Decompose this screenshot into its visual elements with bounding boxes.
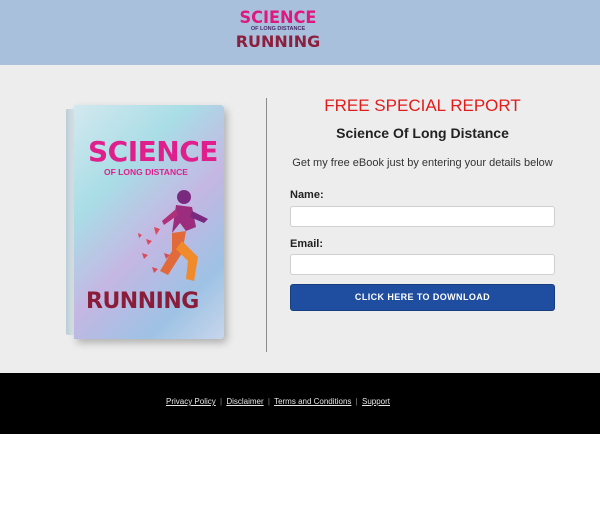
- email-label: Email:: [290, 238, 324, 250]
- name-label: Name:: [290, 189, 324, 201]
- logo-bottom: RUNNING: [235, 31, 321, 51]
- book-cover-title: SCIENCE: [88, 135, 218, 168]
- disclaimer-link[interactable]: Disclaimer: [226, 397, 263, 406]
- subheadline: Science Of Long Distance: [336, 125, 509, 141]
- footer-separator: |: [220, 397, 223, 406]
- site-header: SCIENCE OF LONG DISTANCE RUNNING: [0, 0, 600, 65]
- terms-link[interactable]: Terms and Conditions: [274, 397, 351, 406]
- book-cover-subtitle: OF LONG DISTANCE: [104, 167, 188, 177]
- footer-separator: |: [267, 397, 270, 406]
- vertical-divider: [266, 98, 267, 352]
- download-button[interactable]: CLICK HERE TO DOWNLOAD: [290, 284, 555, 311]
- optin-section: SCIENCE OF LONG DISTANCE RUNNING FREE SP…: [0, 65, 600, 373]
- form-description: Get my free eBook just by entering your …: [292, 157, 553, 169]
- name-field[interactable]: [290, 206, 555, 227]
- footer-separator: |: [355, 397, 358, 406]
- email-field[interactable]: [290, 254, 555, 275]
- book-cover: SCIENCE OF LONG DISTANCE RUNNING: [74, 105, 224, 339]
- site-footer: Privacy Policy | Disclaimer | Terms and …: [0, 373, 600, 434]
- privacy-policy-link[interactable]: Privacy Policy: [166, 397, 216, 406]
- footer-links: Privacy Policy | Disclaimer | Terms and …: [0, 397, 556, 406]
- headline: FREE SPECIAL REPORT: [324, 96, 521, 115]
- logo-title: SCIENCE: [239, 8, 317, 28]
- ebook-cover-image: SCIENCE OF LONG DISTANCE RUNNING: [60, 103, 230, 343]
- book-cover-bottom: RUNNING: [86, 289, 199, 314]
- site-logo[interactable]: SCIENCE OF LONG DISTANCE RUNNING: [232, 10, 324, 52]
- support-link[interactable]: Support: [362, 397, 390, 406]
- runner-illustration: [138, 190, 208, 281]
